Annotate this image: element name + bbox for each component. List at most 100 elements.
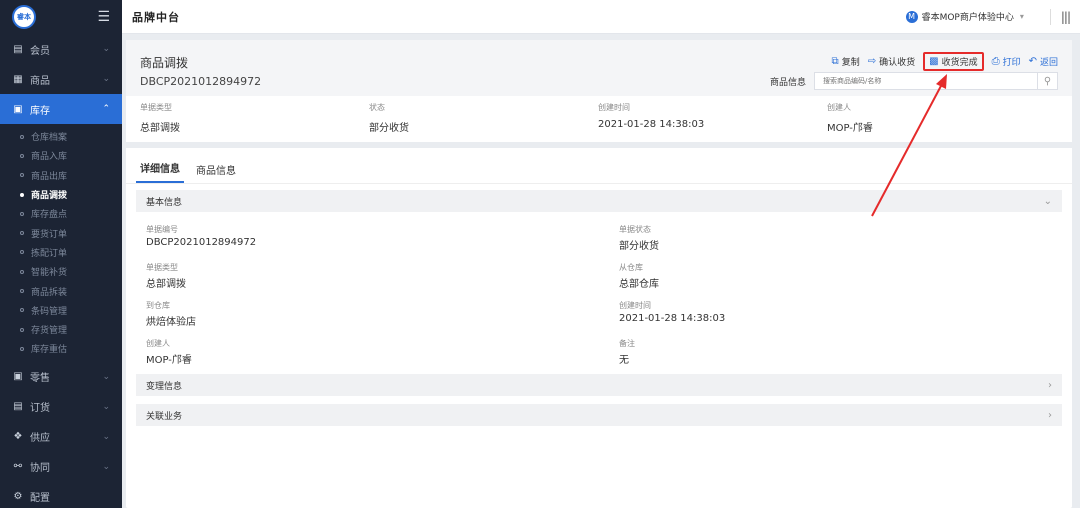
submenu-item-picking[interactable]: 拣配订单 xyxy=(0,243,122,262)
section-title: 变理信息 xyxy=(146,381,183,392)
sidebar-item-goods[interactable]: ▦ 商品 ⌄ xyxy=(0,64,122,94)
sidebar-item-label: 商品 xyxy=(30,75,50,87)
bullet-icon xyxy=(20,192,24,197)
sidebar-item-collab[interactable]: ⚯ 协同 ⌄ xyxy=(0,452,122,482)
tab-goods[interactable]: 商品信息 xyxy=(192,162,240,183)
page-header: 商品调拨 DBCP2021012894972 ⧉ 复制 ⇨ 确认收货 ▩ 收货完成 ⎙… xyxy=(126,40,1072,96)
back-button[interactable]: ↶ 返回 xyxy=(1029,55,1058,68)
sidebar-item-order[interactable]: ▤ 订货 ⌄ xyxy=(0,392,122,422)
apps-menu-icon[interactable]: ||| xyxy=(1061,10,1071,24)
user-menu[interactable]: M 睿本MOP商户体验中心 ▾ xyxy=(905,10,1024,23)
section-title: 关联业务 xyxy=(146,411,183,422)
sidebar-item-label: 配置 xyxy=(30,493,50,505)
search-icon[interactable]: ⚲ xyxy=(1037,73,1057,89)
copy-label: 复制 xyxy=(841,58,860,68)
summary-row: 单据类型 总部调拨 状态 部分收货 创建时间 2021-01-28 14:38:… xyxy=(126,96,1072,148)
chevron-down-icon: ⌄ xyxy=(102,461,110,472)
grid-icon: ▦ xyxy=(13,73,23,85)
submenu-item-stock-manage[interactable]: 存货管理 xyxy=(0,320,122,339)
field-value: 烘焙体验店 xyxy=(146,317,196,328)
field-value: 2021-01-28 14:38:03 xyxy=(619,313,726,324)
field-value: 总部仓库 xyxy=(619,279,659,290)
submenu-item-stocktake[interactable]: 库存盘点 xyxy=(0,204,122,223)
submenu-label: 商品出库 xyxy=(31,171,68,182)
app-title: 品牌中台 xyxy=(132,10,180,24)
field-creator: 创建人 MOP-邝睿 xyxy=(146,330,619,368)
sidebar-item-inventory[interactable]: ▣ 库存 ⌃ xyxy=(0,94,122,124)
bullet-icon xyxy=(20,173,24,178)
back-label: 返回 xyxy=(1039,58,1058,68)
copy-button[interactable]: ⧉ 复制 xyxy=(832,55,860,68)
field-value: DBCP2021012894972 xyxy=(146,237,257,248)
bullet-icon xyxy=(20,250,24,255)
chevron-down-icon: ⌄ xyxy=(102,74,110,84)
summary-label: 单据类型 xyxy=(140,103,172,112)
supply-icon: ❖ xyxy=(13,431,23,443)
summary-label: 创建人 xyxy=(827,103,851,112)
share-icon: ⚯ xyxy=(13,461,23,473)
submenu-item-revaluation[interactable]: 库存重估 xyxy=(0,339,122,358)
bullet-icon xyxy=(20,269,24,274)
field-value: 总部调拨 xyxy=(146,279,186,290)
confirm-receipt-button[interactable]: ⇨ 确认收货 xyxy=(868,55,915,68)
field-label: 备注 xyxy=(619,339,635,348)
goods-search: 商品信息 ⚲ xyxy=(770,72,1058,90)
summary-value: 总部调拨 xyxy=(140,123,180,134)
field-label: 单据编号 xyxy=(146,225,178,234)
receipt-complete-button[interactable]: ▩ 收货完成 xyxy=(923,52,984,71)
summary-value: MOP-邝睿 xyxy=(827,123,873,134)
main-content: 商品调拨 DBCP2021012894972 ⧉ 复制 ⇨ 确认收货 ▩ 收货完成 ⎙… xyxy=(122,34,1080,508)
warehouse-icon: ▣ xyxy=(13,103,23,115)
field-label: 单据类型 xyxy=(146,263,178,272)
submenu-item-transfer[interactable]: 商品调拨 xyxy=(0,185,122,204)
copy-icon: ⧉ xyxy=(831,56,839,67)
member-card-icon: ▤ xyxy=(13,43,23,55)
sidebar-item-supply[interactable]: ❖ 供应 ⌄ xyxy=(0,422,122,452)
basic-info-grid: 单据编号 DBCP2021012894972 单据状态 部分收货 单据类型 总部… xyxy=(136,212,1062,368)
section-basic-info[interactable]: 基本信息 ⌄ xyxy=(136,190,1062,212)
bullet-icon xyxy=(20,327,24,332)
bullet-icon xyxy=(20,134,24,139)
bullet-icon xyxy=(20,308,24,313)
print-button[interactable]: ⎙ 打印 xyxy=(992,55,1021,68)
field-label: 单据状态 xyxy=(619,225,651,234)
chevron-down-icon: ⌄ xyxy=(102,431,110,442)
summary-value: 部分收货 xyxy=(369,123,409,134)
tab-detail[interactable]: 详细信息 xyxy=(136,160,184,183)
field-label: 创建时间 xyxy=(619,301,651,310)
gear-icon: ⚙ xyxy=(13,491,23,503)
search-box: ⚲ xyxy=(814,72,1058,90)
search-input[interactable] xyxy=(815,77,1037,85)
sidebar-item-member[interactable]: ▤ 会员 ⌄ xyxy=(0,34,122,64)
action-bar: ⧉ 复制 ⇨ 确认收货 ▩ 收货完成 ⎙ 打印 ↶ 返回 xyxy=(832,52,1058,71)
submenu-item-barcode[interactable]: 条码管理 xyxy=(0,301,122,320)
submenu-label: 仓库档案 xyxy=(31,133,68,144)
section-change-info[interactable]: 变理信息 › xyxy=(136,374,1062,396)
brand-logo[interactable]: 睿本 xyxy=(12,5,36,29)
box-icon: ▩ xyxy=(929,56,939,67)
sidebar-item-config[interactable]: ⚙ 配置 xyxy=(0,482,122,508)
order-icon: ▤ xyxy=(13,401,23,413)
submenu-item-stock-out[interactable]: 商品出库 xyxy=(0,166,122,185)
back-arrow-icon: ↶ xyxy=(1028,56,1037,67)
submenu-item-assembly[interactable]: 商品拆装 xyxy=(0,281,122,300)
field-value: 无 xyxy=(619,355,629,366)
submenu-label: 智能补货 xyxy=(31,268,68,279)
sidebar-item-label: 供应 xyxy=(30,433,50,445)
hamburger-menu-icon[interactable]: ☰ xyxy=(97,9,110,25)
submenu-item-requisition[interactable]: 要货订单 xyxy=(0,223,122,242)
submenu-label: 要货订单 xyxy=(31,229,68,240)
search-label: 商品信息 xyxy=(769,77,806,88)
field-remark: 备注 无 xyxy=(619,330,1052,368)
chevron-down-icon: ⌄ xyxy=(102,44,110,54)
submenu-item-stock-in[interactable]: 商品入库 xyxy=(0,146,122,165)
detail-tabs: 详细信息 商品信息 xyxy=(126,156,1072,184)
submenu-item-smart-replenish[interactable]: 智能补货 xyxy=(0,262,122,281)
field-label: 到仓库 xyxy=(146,301,170,310)
section-related-business[interactable]: 关联业务 › xyxy=(136,404,1062,426)
summary-type: 单据类型 总部调拨 xyxy=(140,102,369,136)
sidebar-item-retail[interactable]: ▣ 零售 ⌄ xyxy=(0,362,122,392)
chevron-down-icon: ⌄ xyxy=(102,401,110,412)
submenu-item-warehouse-archive[interactable]: 仓库档案 xyxy=(0,127,122,146)
field-from-warehouse: 从仓库 总部仓库 xyxy=(619,254,1052,292)
